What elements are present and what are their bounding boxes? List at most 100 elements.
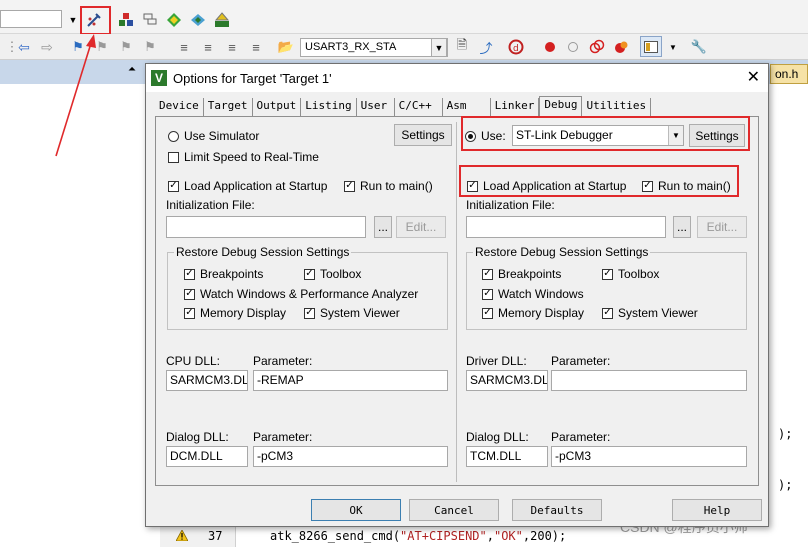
left-init-file-input[interactable] bbox=[166, 216, 366, 238]
left-toolbox-option[interactable]: ✓ Toolbox bbox=[304, 267, 361, 281]
right-breakpoints-option[interactable]: ✓ Breakpoints bbox=[482, 267, 561, 281]
file-tab-label: on.h bbox=[775, 67, 799, 81]
limit-speed-label: Limit Speed to Real-Time bbox=[184, 150, 319, 164]
cpu-dll-field[interactable]: SARMCM3.DLL bbox=[166, 370, 248, 391]
driver-dll-field[interactable]: SARMCM3.DLL bbox=[466, 370, 548, 391]
driver-param-label: Parameter: bbox=[551, 354, 611, 368]
uncomment-icon[interactable]: ≡ bbox=[246, 37, 266, 57]
left-edit-button[interactable]: Edit... bbox=[396, 216, 446, 238]
breakpoint-icon[interactable] bbox=[540, 37, 560, 57]
window-layout-icon[interactable] bbox=[640, 36, 662, 57]
right-system-viewer-option[interactable]: ✓ System Viewer bbox=[602, 306, 698, 320]
right-browse-button[interactable]: ... bbox=[673, 216, 691, 238]
components-icon[interactable] bbox=[116, 10, 136, 30]
left-toolbox-checkbox[interactable]: ✓ bbox=[304, 268, 315, 280]
left-run-to-main-checkbox[interactable]: ✓ bbox=[344, 180, 355, 192]
ok-button[interactable]: OK bbox=[311, 499, 401, 521]
tab-linker[interactable]: Linker bbox=[491, 98, 540, 116]
right-memory-option[interactable]: ✓ Memory Display bbox=[482, 306, 584, 320]
right-restore-title: Restore Debug Session Settings bbox=[473, 245, 651, 259]
right-memory-checkbox[interactable]: ✓ bbox=[482, 307, 493, 319]
tab-output[interactable]: Output bbox=[253, 98, 302, 116]
use-simulator-option[interactable]: Use Simulator bbox=[168, 129, 259, 143]
left-dialog-dll-field[interactable]: DCM.DLL bbox=[166, 446, 248, 467]
find-in-files-icon[interactable]: 🗎 bbox=[452, 37, 472, 57]
tab-user[interactable]: User bbox=[357, 98, 395, 116]
tab-listing[interactable]: Listing bbox=[301, 98, 357, 116]
limit-speed-option[interactable]: Limit Speed to Real-Time bbox=[168, 150, 319, 164]
simulator-settings-button[interactable]: Settings bbox=[394, 124, 452, 146]
left-system-viewer-checkbox[interactable]: ✓ bbox=[304, 307, 315, 319]
left-memory-checkbox[interactable]: ✓ bbox=[184, 307, 195, 319]
left-breakpoints-checkbox[interactable]: ✓ bbox=[184, 268, 195, 280]
tab-debug[interactable]: Debug bbox=[539, 96, 583, 116]
cancel-button[interactable]: Cancel bbox=[409, 499, 499, 521]
comment-icon[interactable]: ≡ bbox=[222, 37, 242, 57]
right-init-file-input[interactable] bbox=[466, 216, 666, 238]
layers-icon[interactable] bbox=[140, 10, 160, 30]
file-tab[interactable]: on.h bbox=[770, 64, 808, 84]
left-system-viewer-option[interactable]: ✓ System Viewer bbox=[304, 306, 400, 320]
indent-icon[interactable]: ≡ bbox=[174, 37, 194, 57]
tab-asm[interactable]: Asm bbox=[443, 98, 491, 116]
incremental-find-icon[interactable]: ⤴ bbox=[476, 37, 496, 57]
back-icon[interactable]: ⇦ bbox=[14, 37, 34, 57]
right-watch-option[interactable]: ✓ Watch Windows bbox=[482, 287, 584, 301]
layout-dropdown-icon[interactable]: ▼ bbox=[663, 37, 683, 57]
line-number: 37 bbox=[208, 529, 223, 543]
options-dialog: V Options for Target 'Target 1' ✕ Device… bbox=[145, 63, 769, 527]
tab-utilities[interactable]: Utilities bbox=[582, 98, 652, 116]
right-dialog-dll-field[interactable]: TCM.DLL bbox=[466, 446, 548, 467]
left-run-to-main-option[interactable]: ✓ Run to main() bbox=[344, 179, 433, 193]
close-icon[interactable]: ✕ bbox=[747, 67, 760, 87]
clear-bookmarks-icon[interactable]: ⚑ bbox=[140, 37, 160, 57]
left-dialog-param-field[interactable]: -pCM3 bbox=[253, 446, 448, 467]
left-load-app-checkbox[interactable]: ✓ bbox=[168, 180, 179, 192]
driver-param-field[interactable] bbox=[551, 370, 747, 391]
find-combo-arrow-icon[interactable]: ▼ bbox=[431, 38, 447, 57]
open-file-icon[interactable]: 📂 bbox=[276, 37, 296, 57]
left-breakpoints-option[interactable]: ✓ Breakpoints bbox=[184, 267, 263, 281]
code-string-2: "OK" bbox=[493, 529, 523, 543]
help-button[interactable]: Help bbox=[672, 499, 762, 521]
cpu-param-field[interactable]: -REMAP bbox=[253, 370, 448, 391]
left-watch-option[interactable]: ✓ Watch Windows & Performance Analyzer bbox=[184, 287, 418, 301]
left-load-app-option[interactable]: ✓ Load Application at Startup bbox=[168, 179, 327, 193]
right-init-file-label: Initialization File: bbox=[466, 198, 555, 212]
use-simulator-radio[interactable] bbox=[168, 130, 179, 142]
next-bookmark-icon[interactable]: ⚑ bbox=[116, 37, 136, 57]
dialog-tabs: Device Target Output Listing User C/C++ … bbox=[155, 96, 652, 116]
dialog-titlebar[interactable]: V Options for Target 'Target 1' ✕ bbox=[146, 64, 768, 92]
kill-all-breakpoints-icon[interactable] bbox=[611, 37, 631, 57]
right-breakpoints-checkbox[interactable]: ✓ bbox=[482, 268, 493, 280]
right-edit-button[interactable]: Edit... bbox=[697, 216, 747, 238]
right-watch-label: Watch Windows bbox=[498, 287, 584, 301]
right-dialog-param-field[interactable]: -pCM3 bbox=[551, 446, 747, 467]
left-load-app-label: Load Application at Startup bbox=[184, 179, 328, 193]
tab-device[interactable]: Device bbox=[155, 98, 204, 116]
limit-speed-checkbox[interactable] bbox=[168, 151, 179, 163]
manage-rte-icon[interactable] bbox=[188, 10, 208, 30]
right-system-viewer-label: System Viewer bbox=[618, 306, 698, 320]
find-combo[interactable]: USART3_RX_STA bbox=[300, 38, 448, 57]
left-watch-checkbox[interactable]: ✓ bbox=[184, 288, 195, 300]
code-line[interactable]: atk_8266_send_cmd("AT+CIPSEND","OK",200)… bbox=[270, 529, 566, 543]
debug-session-icon[interactable]: d bbox=[506, 37, 526, 57]
right-system-viewer-checkbox[interactable]: ✓ bbox=[602, 307, 613, 319]
tab-target[interactable]: Target bbox=[204, 98, 253, 116]
disable-breakpoint-icon[interactable] bbox=[563, 37, 583, 57]
pin-icon[interactable]: ⏶ bbox=[128, 64, 136, 75]
tab-c-cpp[interactable]: C/C++ bbox=[395, 98, 443, 116]
right-watch-checkbox[interactable]: ✓ bbox=[482, 288, 493, 300]
left-browse-button[interactable]: ... bbox=[374, 216, 392, 238]
configure-icon[interactable]: 🔧 bbox=[689, 37, 709, 57]
defaults-button[interactable]: Defaults bbox=[512, 499, 602, 521]
right-toolbox-checkbox[interactable]: ✓ bbox=[602, 268, 613, 280]
disable-all-breakpoints-icon[interactable] bbox=[587, 37, 607, 57]
right-toolbox-option[interactable]: ✓ Toolbox bbox=[602, 267, 659, 281]
left-memory-option[interactable]: ✓ Memory Display bbox=[184, 306, 286, 320]
pack-installer-icon[interactable] bbox=[164, 10, 184, 30]
select-packs-icon[interactable] bbox=[212, 10, 232, 30]
unindent-icon[interactable]: ≡ bbox=[198, 37, 218, 57]
toolbar-combo[interactable] bbox=[0, 10, 62, 28]
